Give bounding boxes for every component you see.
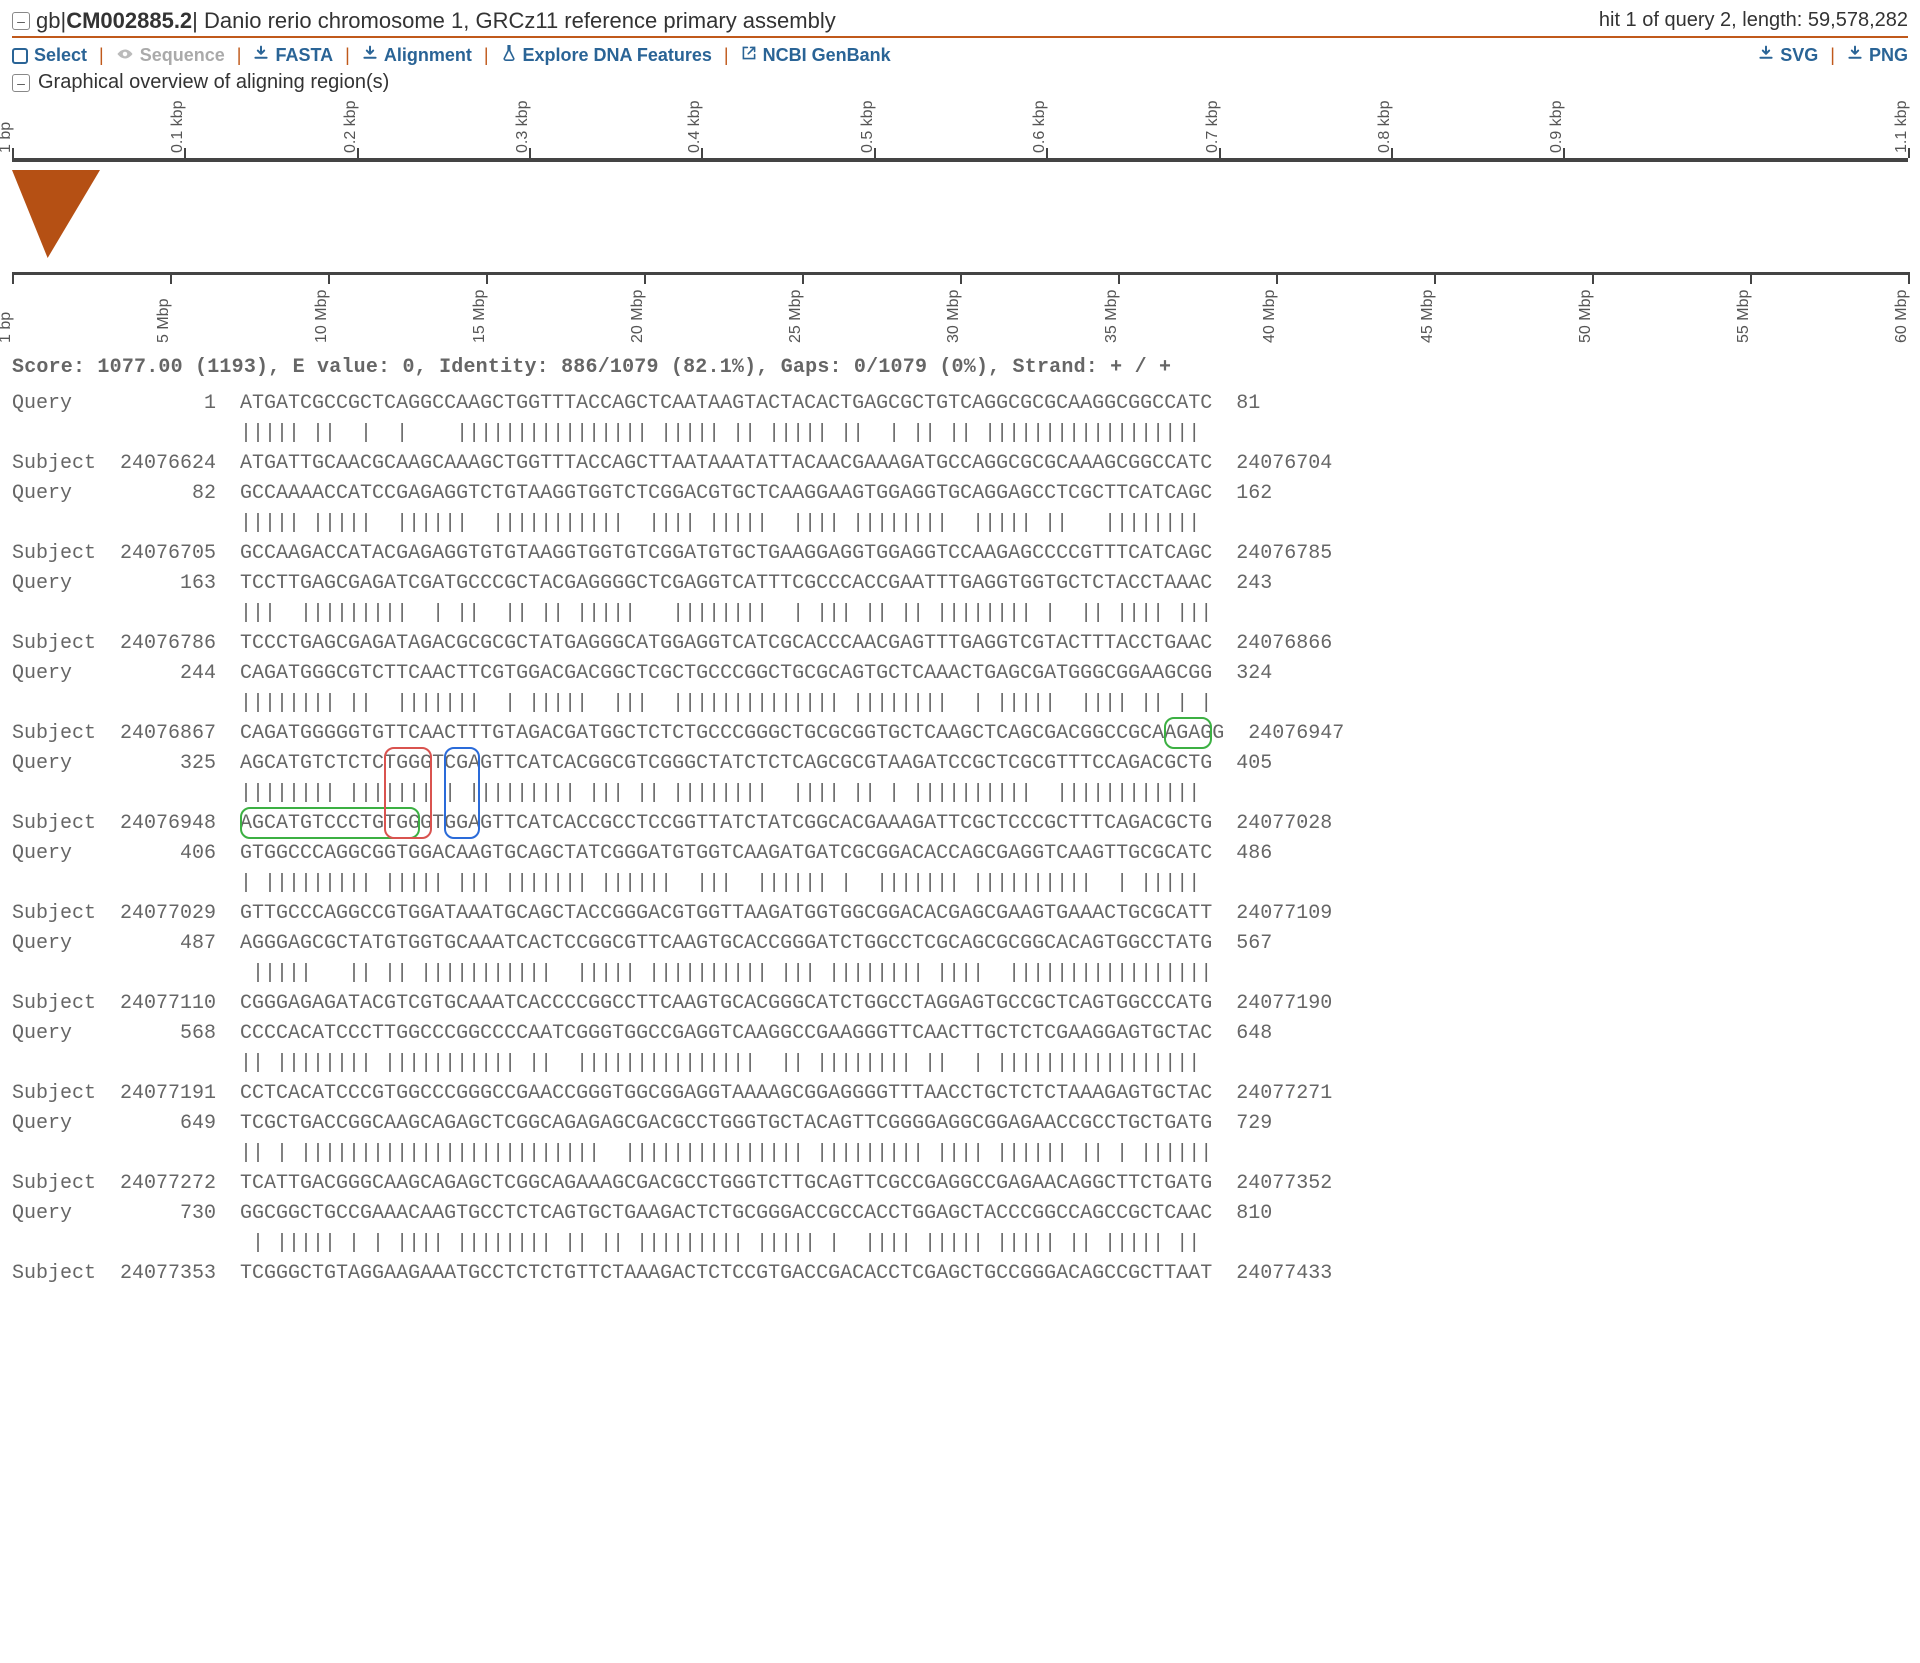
download-icon xyxy=(253,45,269,66)
alignment-triangle xyxy=(12,170,100,258)
tick-label: 30 Mbp xyxy=(945,290,963,343)
explore-button[interactable]: Explore DNA Features xyxy=(501,44,712,67)
tick xyxy=(1434,272,1436,284)
alignment-stats: Score: 1077.00 (1193), E value: 0, Ident… xyxy=(12,356,1908,379)
result-header: – gb|CM002885.2| Danio rerio chromosome … xyxy=(12,8,1908,38)
match-row: ||||| || | | |||||||||||||||| ||||| || |… xyxy=(12,419,1908,449)
query-row: Query 568 CCCCACATCCCTTGGCCCGGCCCCAATCGG… xyxy=(12,1019,1908,1049)
query-row: Query 325 AGCATGTCTCTCTGGGTCGAGTTCATCACG… xyxy=(12,749,1908,779)
tick-label: 1.1 kbp xyxy=(1893,101,1911,153)
collapse-icon[interactable]: – xyxy=(12,74,30,92)
graphical-overview: 1 bp0.1 kbp0.2 kbp0.3 kbp0.4 kbp0.5 kbp0… xyxy=(12,100,1908,342)
match-row: ||| ||||||||| | || || || ||||| |||||||| … xyxy=(12,599,1908,629)
eye-icon xyxy=(116,45,134,66)
query-ruler: 1 bp0.1 kbp0.2 kbp0.3 kbp0.4 kbp0.5 kbp0… xyxy=(12,100,1908,170)
tick-label: 5 Mbp xyxy=(155,299,173,343)
external-link-icon xyxy=(741,45,757,66)
subject-ruler: 1 bp5 Mbp10 Mbp15 Mbp20 Mbp25 Mbp30 Mbp3… xyxy=(12,262,1908,342)
tick-label: 25 Mbp xyxy=(787,290,805,343)
alignment-block: Query 1 ATGATCGCCGCTCAGGCCAAGCTGGTTTACCA… xyxy=(12,389,1908,1289)
subject-row: Subject 24076867 CAGATGGGGGTGTTCAACTTTGT… xyxy=(12,719,1908,749)
match-row: ||||| || || ||||||||||| ||||| ||||||||||… xyxy=(12,959,1908,989)
tick-label: 10 Mbp xyxy=(313,290,331,343)
tick xyxy=(1118,272,1120,284)
match-row: | ||||| | | |||| |||||||| || || ||||||||… xyxy=(12,1229,1908,1259)
download-icon xyxy=(1758,45,1774,66)
tick-label: 50 Mbp xyxy=(1577,290,1595,343)
tick xyxy=(1908,272,1910,284)
hit-info: hit 1 of query 2, length: 59,578,282 xyxy=(1599,9,1908,32)
tick-label: 1 bp xyxy=(0,122,15,153)
match-row: | ||||||||| ||||| ||| ||||||| |||||| |||… xyxy=(12,869,1908,899)
match-row: || | ||||||||||||||||||||||||| |||||||||… xyxy=(12,1139,1908,1169)
tick-label: 0.7 kbp xyxy=(1204,101,1222,153)
download-icon xyxy=(362,45,378,66)
tick-label: 35 Mbp xyxy=(1103,290,1121,343)
subject-row: Subject 24076786 TCCCTGAGCGAGATAGACGCGCG… xyxy=(12,629,1908,659)
match-row: || |||||||| ||||||||||| || |||||||||||||… xyxy=(12,1049,1908,1079)
tick xyxy=(1750,272,1752,284)
download-icon xyxy=(1847,45,1863,66)
overview-header: – Graphical overview of aligning region(… xyxy=(12,71,1908,94)
tick-label: 45 Mbp xyxy=(1419,290,1437,343)
svg-button[interactable]: SVG xyxy=(1758,45,1818,66)
tick-label: 55 Mbp xyxy=(1735,290,1753,343)
query-row: Query 163 TCCTTGAGCGAGATCGATGCCCGCTACGAG… xyxy=(12,569,1908,599)
sequence-button: Sequence xyxy=(116,45,225,66)
query-row: Query 406 GTGGCCCAGGCGGTGGACAAGTGCAGCTAT… xyxy=(12,839,1908,869)
alignment-button[interactable]: Alignment xyxy=(362,45,472,66)
query-row: Query 730 GGCGGCTGCCGAAACAAGTGCCTCTCAGTG… xyxy=(12,1199,1908,1229)
subject-row: Subject 24077272 TCATTGACGGGCAAGCAGAGCTC… xyxy=(12,1169,1908,1199)
tick xyxy=(802,272,804,284)
tick-label: 0.1 kbp xyxy=(169,101,187,153)
tick xyxy=(328,272,330,284)
query-row: Query 1 ATGATCGCCGCTCAGGCCAAGCTGGTTTACCA… xyxy=(12,389,1908,419)
subject-row: Subject 24077110 CGGGAGAGATACGTCGTGCAAAT… xyxy=(12,989,1908,1019)
query-row: Query 649 TCGCTGACCGGCAAGCAGAGCTCGGCAGAG… xyxy=(12,1109,1908,1139)
fasta-button[interactable]: FASTA xyxy=(253,45,333,66)
match-row: ||||| ||||| |||||| ||||||||||| |||| ||||… xyxy=(12,509,1908,539)
subject-row: Subject 24076705 GCCAAGACCATACGAGAGGTGTG… xyxy=(12,539,1908,569)
tick xyxy=(12,272,14,284)
tick xyxy=(644,272,646,284)
tick-label: 0.3 kbp xyxy=(514,101,532,153)
hit-title: gb|CM002885.2| Danio rerio chromosome 1,… xyxy=(36,8,836,34)
toolbar: Select | Sequence | FASTA | Alignment | xyxy=(12,44,1908,67)
tick xyxy=(486,272,488,284)
checkbox-icon xyxy=(12,48,28,64)
subject-row: Subject 24077029 GTTGCCCAGGCCGTGGATAAATG… xyxy=(12,899,1908,929)
tick xyxy=(1592,272,1594,284)
png-button[interactable]: PNG xyxy=(1847,45,1908,66)
tick-label: 20 Mbp xyxy=(629,290,647,343)
select-button[interactable]: Select xyxy=(12,45,87,66)
tick xyxy=(1276,272,1278,284)
overview-title: Graphical overview of aligning region(s) xyxy=(38,71,389,94)
subject-row: Subject 24076624 ATGATTGCAACGCAAGCAAAGCT… xyxy=(12,449,1908,479)
tick-label: 1 bp xyxy=(0,312,15,343)
tick xyxy=(960,272,962,284)
tick-label: 60 Mbp xyxy=(1893,290,1911,343)
tick-label: 0.2 kbp xyxy=(342,101,360,153)
tick-label: 0.4 kbp xyxy=(686,101,704,153)
tick-label: 0.6 kbp xyxy=(1031,101,1049,153)
query-row: Query 82 GCCAAAACCATCCGAGAGGTCTGTAAGGTGG… xyxy=(12,479,1908,509)
tick-label: 0.5 kbp xyxy=(859,101,877,153)
collapse-icon[interactable]: – xyxy=(12,12,30,30)
tick-label: 15 Mbp xyxy=(471,290,489,343)
subject-row: Subject 24077353 TCGGGCTGTAGGAAGAAATGCCT… xyxy=(12,1259,1908,1289)
tick-label: 0.8 kbp xyxy=(1376,101,1394,153)
tick-label: 0.9 kbp xyxy=(1548,101,1566,153)
tick-label: 40 Mbp xyxy=(1261,290,1279,343)
flask-icon xyxy=(501,44,517,67)
subject-row: Subject 24076948 AGCATGTCCCTGTGGGTGGAGTT… xyxy=(12,809,1908,839)
subject-row: Subject 24077191 CCTCACATCCCGTGGCCCGGGCC… xyxy=(12,1079,1908,1109)
match-row: |||||||| || ||||||| | ||||| ||| ||||||||… xyxy=(12,689,1908,719)
tick xyxy=(170,272,172,284)
query-row: Query 487 AGGGAGCGCTATGTGGTGCAAATCACTCCG… xyxy=(12,929,1908,959)
genbank-button[interactable]: NCBI GenBank xyxy=(741,45,891,66)
match-row: |||||||| ||||||| | ||||||||| ||| || ||||… xyxy=(12,779,1908,809)
query-row: Query 244 CAGATGGGCGTCTTCAACTTCGTGGACGAC… xyxy=(12,659,1908,689)
